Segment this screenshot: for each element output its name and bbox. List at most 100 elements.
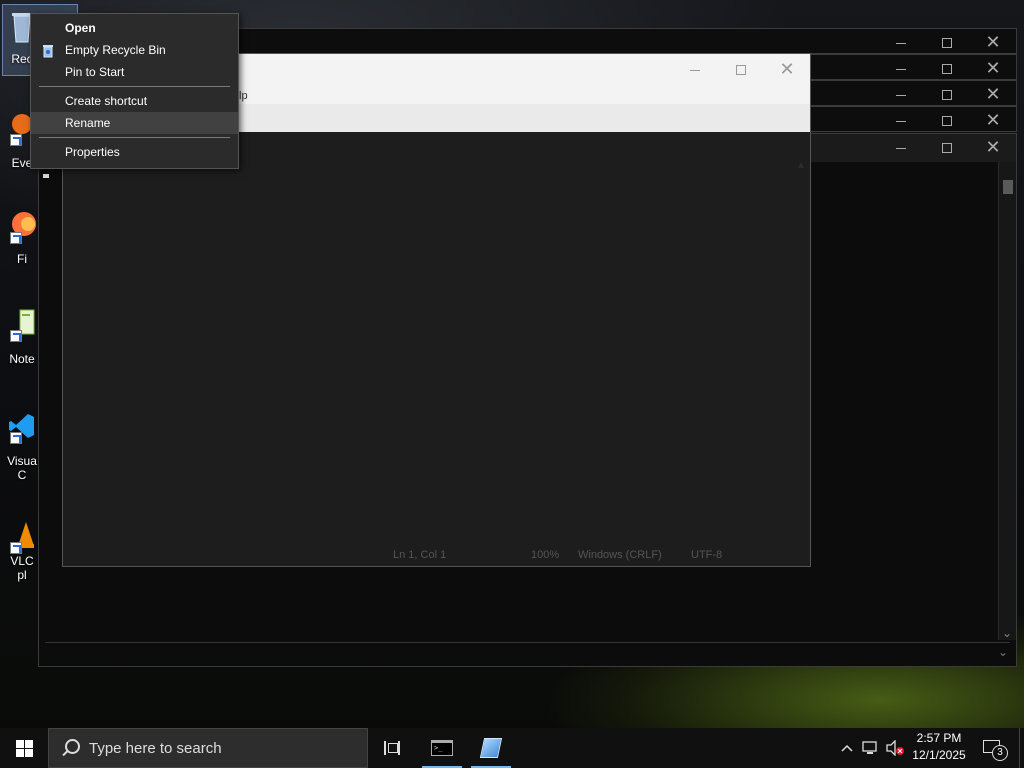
scrollbar-thumb[interactable] xyxy=(1003,180,1013,194)
menu-item-pin-to-start[interactable]: Pin to Start xyxy=(31,61,238,83)
shortcut-arrow-icon xyxy=(10,432,22,444)
menu-item-label: Properties xyxy=(65,145,120,159)
terminal-icon: >_ xyxy=(431,740,453,756)
menu-item-properties[interactable]: Properties xyxy=(31,141,238,163)
task-view-icon xyxy=(384,741,400,755)
action-center-button[interactable]: 3 xyxy=(980,728,1012,768)
clock-date: 12/1/2025 xyxy=(912,748,966,762)
menu-item-open[interactable]: Open xyxy=(31,17,238,39)
maximize-icon xyxy=(736,65,746,75)
taskbar-app-notepad[interactable] xyxy=(471,728,511,768)
close-icon: ✕ xyxy=(985,110,1001,131)
menu-item-create-shortcut[interactable]: Create shortcut xyxy=(31,90,238,112)
close-button[interactable]: ✕ xyxy=(970,29,1016,57)
notification-count-badge: 3 xyxy=(992,745,1008,761)
maximize-button[interactable] xyxy=(718,56,764,84)
minimize-button[interactable] xyxy=(672,56,718,84)
minimize-button[interactable] xyxy=(878,29,924,57)
maximize-button[interactable] xyxy=(924,107,970,135)
maximize-icon xyxy=(942,116,952,126)
shortcut-arrow-icon xyxy=(10,330,22,342)
menu-item-empty-recycle-bin[interactable]: Empty Recycle Bin xyxy=(31,39,238,61)
start-button[interactable] xyxy=(0,728,48,768)
taskbar-clock[interactable]: 2:57 PM 12/1/2025 xyxy=(908,730,970,764)
maximize-icon xyxy=(942,90,952,100)
menu-item-label: Create shortcut xyxy=(65,94,148,108)
text-cursor xyxy=(43,174,49,178)
menu-item-label: Empty Recycle Bin xyxy=(65,43,166,57)
taskbar-search-box[interactable]: Type here to search xyxy=(48,728,368,768)
show-desktop-button[interactable] xyxy=(1019,728,1024,768)
notepad-plus-plus-icon xyxy=(6,308,38,342)
close-button[interactable]: ✕ xyxy=(970,134,1016,162)
menu-help-fragment[interactable]: lp xyxy=(239,90,248,102)
search-icon xyxy=(49,728,89,768)
menu-item-label: Rename xyxy=(65,116,111,130)
status-line-ending: Windows (CRLF) xyxy=(578,549,662,561)
network-icon xyxy=(862,741,877,754)
shortcut-arrow-icon xyxy=(10,134,22,146)
vlc-icon xyxy=(6,520,38,554)
status-encoding: UTF-8 xyxy=(691,549,723,561)
maximize-button[interactable] xyxy=(924,55,970,83)
minimize-button[interactable] xyxy=(878,81,924,109)
window-controls: ✕ xyxy=(878,55,1016,83)
status-position: Ln 1, Col 1 xyxy=(393,549,447,561)
maximize-button[interactable] xyxy=(924,134,970,162)
editor-area[interactable]: Ln 1, Col 1 100% Windows (CRLF) UTF-8 xyxy=(63,132,810,566)
shortcut-arrow-icon xyxy=(10,542,22,554)
window-controls: ✕ xyxy=(878,29,1016,57)
close-icon: ✕ xyxy=(985,84,1001,105)
volume-button[interactable] xyxy=(884,728,906,768)
firefox-icon xyxy=(6,210,38,244)
network-button[interactable] xyxy=(860,728,882,768)
chevron-up-icon xyxy=(841,744,853,752)
windows-logo-icon xyxy=(15,739,33,757)
minimize-button[interactable] xyxy=(878,134,924,162)
clock-time: 2:57 PM xyxy=(916,731,962,745)
window-controls: ✕ xyxy=(878,81,1016,109)
maximize-button[interactable] xyxy=(924,29,970,57)
dropdown-chevron-icon[interactable]: ⌄ xyxy=(998,645,1008,659)
vscode-icon xyxy=(6,410,38,444)
close-button[interactable]: ✕ xyxy=(764,56,810,84)
volume-muted-icon xyxy=(886,740,904,756)
menu-separator xyxy=(39,86,230,87)
minimize-button[interactable] xyxy=(878,55,924,83)
recycle-bin-icon xyxy=(41,43,55,58)
minimize-button[interactable] xyxy=(878,107,924,135)
status-zoom: 100% xyxy=(531,549,560,561)
close-button[interactable]: ✕ xyxy=(970,81,1016,109)
minimize-icon xyxy=(896,42,906,44)
maximize-icon xyxy=(942,64,952,74)
shortcut-arrow-icon xyxy=(10,232,22,244)
show-hidden-icons-button[interactable] xyxy=(838,728,856,768)
context-menu: Open Empty Recycle Bin Pin to Start Crea… xyxy=(30,13,239,169)
menu-item-rename[interactable]: Rename xyxy=(31,112,238,134)
command-input[interactable]: ⌄ xyxy=(45,642,1010,664)
close-icon: ✕ xyxy=(985,58,1001,79)
window-controls: ✕ xyxy=(878,134,1016,162)
taskbar: Type here to search >_ 2:57 PM 12/1/2025… xyxy=(0,728,1024,768)
maximize-icon xyxy=(942,38,952,48)
vertical-scrollbar[interactable]: ⌄ xyxy=(998,162,1016,640)
maximize-icon xyxy=(942,143,952,153)
scroll-down-icon[interactable]: ⌄ xyxy=(1002,626,1012,640)
menu-item-label: Pin to Start xyxy=(65,65,125,79)
task-view-button[interactable] xyxy=(372,728,412,768)
minimize-icon xyxy=(896,147,906,149)
close-button[interactable]: ✕ xyxy=(970,55,1016,83)
taskbar-app-terminal[interactable]: >_ xyxy=(422,728,462,768)
window-controls: ✕ xyxy=(672,56,810,84)
minimize-icon xyxy=(896,68,906,70)
notepad-icon xyxy=(479,738,503,758)
menu-item-label: Open xyxy=(65,21,96,35)
close-icon: ✕ xyxy=(985,32,1001,53)
console-window-1[interactable]: ✕ xyxy=(238,28,1017,54)
maximize-button[interactable] xyxy=(924,81,970,109)
close-icon: ✕ xyxy=(779,59,795,80)
minimize-icon xyxy=(896,120,906,122)
minimize-icon xyxy=(690,69,700,71)
close-button[interactable]: ✕ xyxy=(970,107,1016,135)
search-placeholder: Type here to search xyxy=(89,739,222,757)
